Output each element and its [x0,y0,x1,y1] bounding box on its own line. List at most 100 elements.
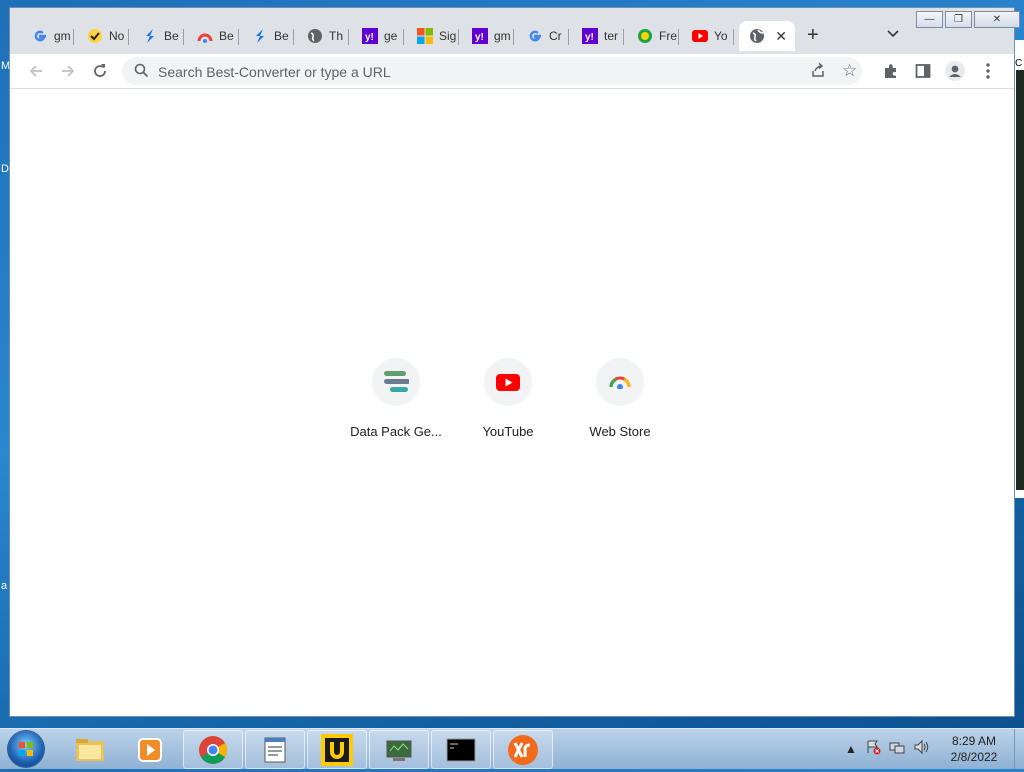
new-tab-button[interactable]: + [807,25,819,45]
tab-12[interactable]: Yo [682,21,734,51]
profile-button[interactable] [945,61,965,81]
tab-separator [678,29,679,45]
close-window-button[interactable]: ✕ [974,11,1020,28]
taskbar-xr-app[interactable] [493,730,553,769]
tab-7[interactable]: Sig [407,21,459,51]
google-icon [32,28,48,44]
show-desktop-button[interactable] [1014,729,1024,769]
taskbar-explorer[interactable] [60,730,120,769]
chrome-window: gm No Be Be Be Th y! ge Sig y! gm Cr y! ter Fre Yo ✕ + … [10,8,1020,716]
tab-title: ge [384,29,398,43]
side-panel-button[interactable] [913,61,933,81]
chrome-icon [199,735,227,764]
tab-title: Be [274,29,289,43]
tab-title: gm [494,29,511,43]
green-circle-icon [637,28,653,44]
bookmark-star-icon[interactable]: ☆ [842,61,857,81]
tab-separator [568,29,569,45]
tab-active[interactable]: ✕ [739,21,795,51]
svg-text:y!: y! [365,32,374,43]
tab-11[interactable]: Fre [627,21,679,51]
tab-0[interactable]: gm [22,21,74,51]
windows-logo-icon [19,742,33,756]
background-window-edge: C [1014,40,1024,498]
taskbar-chrome[interactable] [183,730,243,769]
taskbar-notepad[interactable] [245,730,305,769]
tab-9[interactable]: Cr [517,21,569,51]
menu-button[interactable] [978,61,998,81]
youtube-icon [692,28,708,44]
puzzle-icon [885,64,896,78]
reload-button[interactable] [90,61,110,81]
tab-title: Cr [549,29,562,43]
taskbar-command-prompt[interactable] [431,730,491,769]
close-tab-icon[interactable]: ✕ [775,28,787,45]
tab-separator [293,29,294,45]
data-pack-icon [372,358,420,406]
tab-10[interactable]: y! ter [572,21,624,51]
action-center-icon[interactable] [865,739,881,758]
tab-2[interactable]: Be [132,21,184,51]
tab-search-button[interactable] [886,26,900,43]
tab-title: Be [219,29,234,43]
taskbar-network-app[interactable] [369,730,429,769]
tab-separator [238,29,239,45]
clock-time: 8:29 AM [951,734,997,748]
tab-4[interactable]: Be [242,21,294,51]
app-yellow-icon [321,733,353,766]
taskbar-media-player[interactable] [120,730,180,769]
tab-3[interactable]: Be [187,21,239,51]
tab-separator [513,29,514,45]
shortcut-youtube[interactable]: YouTube [452,358,564,439]
restore-button[interactable]: ❐ [945,11,972,28]
volume-icon[interactable] [913,739,929,758]
tab-title: Th [329,29,344,43]
clock[interactable]: 8:29 AM 2/8/2022 [935,733,1013,765]
svg-text:y!: y! [475,32,484,43]
youtube-icon [484,358,532,406]
shortcut-tiles: Data Pack Ge... YouTube Web Store [340,358,676,439]
forward-arrow-icon [62,65,75,77]
globe-icon [749,28,765,44]
notepad-icon [264,737,286,762]
taskbar-app-yellow[interactable] [307,730,367,769]
minimize-button[interactable]: — [916,11,943,28]
shortcut-data-pack[interactable]: Data Pack Ge... [340,358,452,439]
tab-1[interactable]: No [77,21,129,51]
address-input[interactable] [156,61,800,83]
command-prompt-icon [446,738,476,761]
background-window-letter: C [1015,58,1023,69]
three-dot-menu-icon [986,63,990,79]
network-icon[interactable] [889,739,905,758]
browser-toolbar: ☆ [10,54,1014,89]
tab-separator [183,29,184,45]
svg-text:y!: y! [585,32,594,43]
checkmark-icon [87,28,103,44]
tab-title: Be [164,29,179,43]
tab-separator [733,29,734,45]
tab-6[interactable]: y! ge [352,21,404,51]
tab-title: Fre [659,29,677,43]
omnibox[interactable]: ☆ [122,57,862,85]
tab-title: ter [604,29,619,43]
shortcut-label: Data Pack Ge... [350,424,442,439]
media-player-icon [138,737,162,762]
extensions-button[interactable] [881,61,901,81]
windows-explorer-icon [76,738,104,761]
start-button[interactable] [8,731,44,767]
back-arrow-icon [29,65,42,77]
share-icon[interactable] [810,62,826,83]
taskbar: ▲ 8:29 AM 2/8/2022 [0,728,1024,769]
tab-8[interactable]: y! gm [462,21,514,51]
shortcut-web-store[interactable]: Web Store [564,358,676,439]
tab-strip: gm No Be Be Be Th y! ge Sig y! gm Cr y! ter Fre Yo ✕ + … [10,8,1020,54]
show-hidden-icon[interactable]: ▲ [845,742,857,756]
tab-5[interactable]: Th [297,21,349,51]
back-button[interactable] [26,61,46,81]
clock-date: 2/8/2022 [950,750,998,764]
avatar-icon [945,61,965,81]
forward-button[interactable] [58,61,78,81]
tab-title: gm [54,29,71,43]
side-panel-icon [915,64,931,78]
network-app-icon [386,740,412,761]
